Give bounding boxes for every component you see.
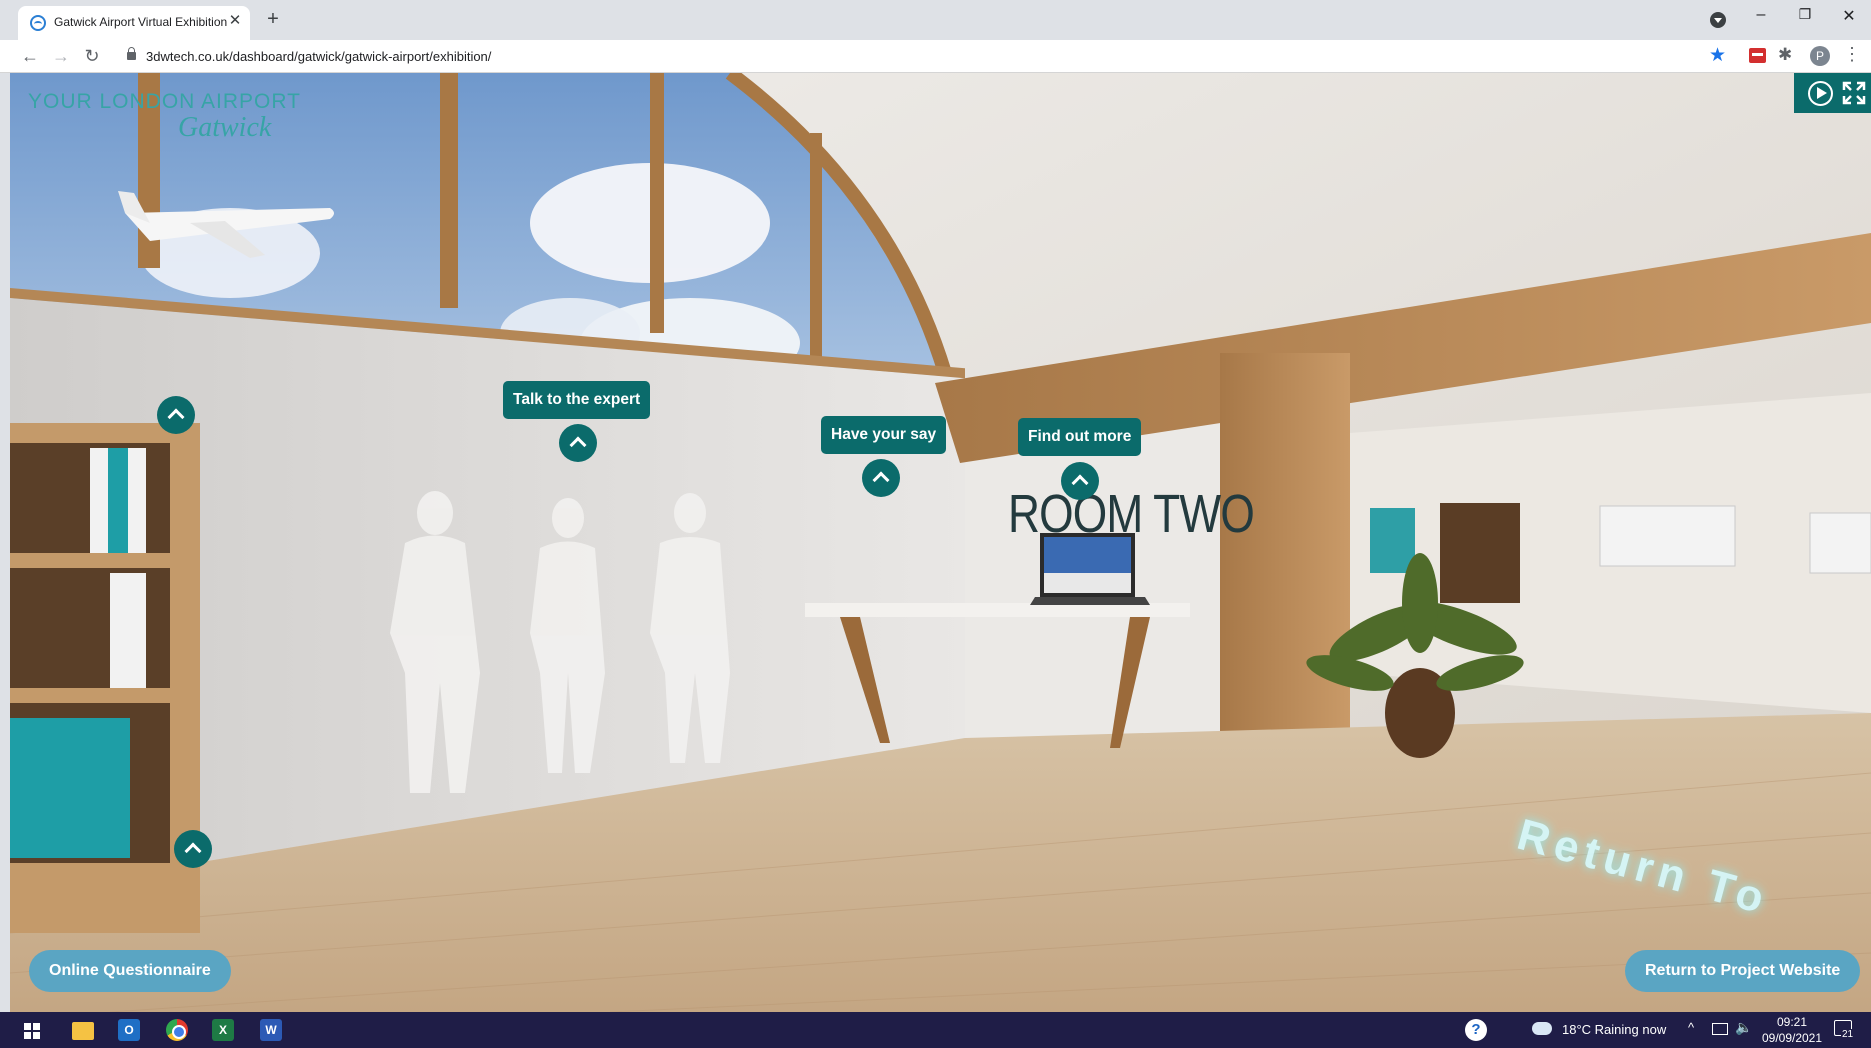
bookmark-star-icon[interactable]: ★ xyxy=(1709,44,1726,67)
tab-close-icon[interactable]: ✕ xyxy=(226,12,244,30)
viewer-controls xyxy=(1794,73,1871,113)
notification-count: 21 xyxy=(1841,1029,1855,1040)
site-favicon-icon xyxy=(30,15,46,31)
file-explorer-icon[interactable] xyxy=(72,1022,94,1040)
lock-icon[interactable] xyxy=(127,47,136,60)
windows-start-icon[interactable] xyxy=(24,1023,40,1039)
browser-tab-strip: Gatwick Airport Virtual Exhibition ✕ + –… xyxy=(0,0,1871,40)
extensions-puzzle-icon[interactable]: ✱ xyxy=(1778,45,1792,65)
back-arrow-icon[interactable]: ← xyxy=(18,44,42,68)
have-your-say-label[interactable]: Have your say xyxy=(821,416,947,454)
close-window-button[interactable]: ✕ xyxy=(1835,6,1863,26)
new-tab-button[interactable]: + xyxy=(262,8,284,31)
browser-menu-icon[interactable]: ⋮ xyxy=(1843,44,1861,65)
gatwick-logo: YOUR LONDON AIRPORT Gatwick xyxy=(28,90,301,143)
restore-button[interactable]: ❐ xyxy=(1791,6,1819,23)
address-bar[interactable]: 3dwtech.co.uk/dashboard/gatwick/gatwick-… xyxy=(146,49,491,64)
clock-time[interactable]: 09:21 xyxy=(1773,1015,1811,1029)
room-two-sign: ROOM TWO xyxy=(1008,484,1255,544)
talk-to-expert-hotspot[interactable] xyxy=(559,424,597,462)
bookshelf-bottom-hotspot[interactable] xyxy=(174,830,212,868)
help-icon[interactable]: ? xyxy=(1465,1019,1487,1041)
weather-cloud-icon[interactable] xyxy=(1532,1022,1552,1035)
windows-taskbar: O X W ? 18°C Raining now ^ 🔈 09:21 09/09… xyxy=(0,1012,1871,1048)
fullscreen-icon[interactable] xyxy=(1842,81,1866,105)
reload-icon[interactable]: ↻ xyxy=(80,44,104,68)
clock-date[interactable]: 09/09/2021 xyxy=(1757,1031,1827,1045)
find-out-more-hotspot[interactable] xyxy=(1061,462,1099,500)
online-questionnaire-button[interactable]: Online Questionnaire xyxy=(29,950,231,992)
have-your-say-hotspot[interactable] xyxy=(862,459,900,497)
return-to-project-website-button[interactable]: Return to Project Website xyxy=(1625,950,1861,992)
browser-toolbar: ← → ↻ 3dwtech.co.uk/dashboard/gatwick/ga… xyxy=(0,40,1871,73)
outlook-icon[interactable]: O xyxy=(118,1019,140,1041)
forward-arrow-icon[interactable]: → xyxy=(49,44,73,68)
browser-tab[interactable]: Gatwick Airport Virtual Exhibition ✕ xyxy=(18,6,250,40)
weather-status[interactable]: 18°C Raining now xyxy=(1562,1022,1666,1037)
logo-tagline: YOUR LONDON AIRPORT xyxy=(28,90,301,113)
chrome-icon[interactable] xyxy=(166,1019,188,1041)
autoplay-icon[interactable] xyxy=(1808,81,1833,106)
network-icon[interactable] xyxy=(1712,1023,1728,1035)
volume-icon[interactable]: 🔈 xyxy=(1735,1019,1752,1036)
tab-title: Gatwick Airport Virtual Exhibition xyxy=(54,15,228,29)
find-out-more-label[interactable]: Find out more xyxy=(1018,418,1142,456)
talk-to-expert-label[interactable]: Talk to the expert xyxy=(503,381,651,419)
bookshelf-top-hotspot[interactable] xyxy=(157,396,195,434)
logo-wordmark: Gatwick xyxy=(178,112,272,143)
excel-icon[interactable]: X xyxy=(212,1019,234,1041)
extension-icon[interactable] xyxy=(1749,48,1766,63)
word-icon[interactable]: W xyxy=(260,1019,282,1041)
minimize-button[interactable]: – xyxy=(1747,6,1775,24)
tray-overflow-chevron-icon[interactable]: ^ xyxy=(1688,1020,1694,1035)
profile-avatar[interactable]: P xyxy=(1810,46,1830,66)
tab-search-icon[interactable] xyxy=(1710,12,1726,28)
